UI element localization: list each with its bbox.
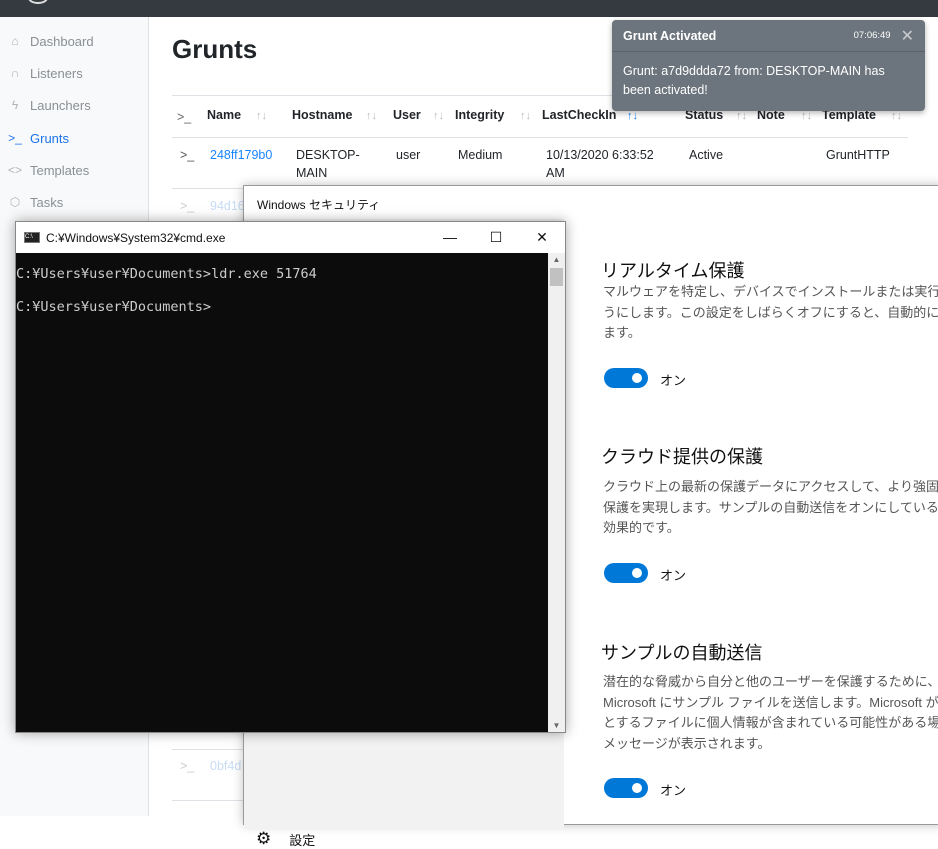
home-icon: ⌂ <box>11 34 19 48</box>
close-icon[interactable]: ✕ <box>901 26 914 46</box>
close-button[interactable]: ✕ <box>519 229 565 246</box>
terminal-icon: >_ <box>8 131 22 145</box>
console-line: C:¥Users¥user¥Documents>ldr.exe 51764 <box>16 266 317 282</box>
status-cell: Active <box>689 148 724 162</box>
top-navbar <box>0 0 938 17</box>
divider <box>172 137 908 138</box>
hostname-cell: DESKTOP-MAIN <box>296 148 360 180</box>
realtime-protection-toggle[interactable] <box>604 368 648 388</box>
logo-icon <box>28 0 48 4</box>
sidebar-item-label: Templates <box>30 162 90 178</box>
console-output[interactable]: C:¥Users¥user¥Documents>ldr.exe 51764 C:… <box>16 253 548 732</box>
settings-label: 設定 <box>289 832 316 848</box>
toggle-label: オン <box>660 783 687 798</box>
sort-icon[interactable]: ↑↓ <box>433 110 444 122</box>
terminal-icon[interactable]: >_ <box>180 197 194 215</box>
window-title: Windows セキュリティ <box>257 198 381 212</box>
sort-icon[interactable]: ↑↓ <box>256 110 267 122</box>
sidebar-item-label: Tasks <box>30 194 64 210</box>
sidebar-item-listeners[interactable]: ∩ Listeners <box>6 63 83 83</box>
column-header-hostname[interactable]: Hostname <box>292 108 352 122</box>
section-description: クラウド上の最新の保護データにアクセスして、より強固で迅 保護を実現します。サンプ… <box>603 479 938 535</box>
sort-icon[interactable]: ↑↓ <box>366 110 377 122</box>
scroll-up-icon[interactable]: ▲ <box>548 255 565 264</box>
integrity-cell: Medium <box>458 148 503 162</box>
user-cell: user <box>396 148 421 162</box>
sidebar-item-launchers[interactable]: ϟ Launchers <box>6 95 91 115</box>
sidebar-item-grunts[interactable]: >_ Grunts <box>6 128 69 148</box>
toast-time: 07:06:49 <box>853 30 891 41</box>
settings-button[interactable]: ⚙ 設定 <box>256 829 315 849</box>
terminal-icon[interactable]: >_ <box>180 757 194 775</box>
sort-icon[interactable]: ↑↓ <box>801 110 812 122</box>
terminal-icon: >_ <box>177 110 192 124</box>
lightning-icon: ϟ <box>11 98 19 112</box>
sort-icon[interactable]: ↑↓ <box>520 110 531 122</box>
toast-title: Grunt Activated <box>623 28 717 43</box>
section-heading: クラウド提供の保護 <box>601 447 763 467</box>
grunt-name-link[interactable]: 94d16 <box>210 197 245 215</box>
terminal-icon[interactable]: >_ <box>180 146 194 164</box>
window-title: C:¥Windows¥System32¥cmd.exe <box>46 230 226 245</box>
page-title: Grunts <box>172 34 258 64</box>
column-header-name[interactable]: Name <box>207 108 241 122</box>
sidebar-item-templates[interactable]: <> Templates <box>6 160 89 180</box>
grunt-name-link[interactable]: 0bf4d <box>210 757 241 775</box>
column-header-integrity[interactable]: Integrity <box>455 108 504 122</box>
section-description: 潜在的な脅威から自分と他のユーザーを保護するために、 Microsoft にサンプ… <box>603 674 938 751</box>
scroll-down-icon[interactable]: ▼ <box>548 721 565 730</box>
grunt-name-link[interactable]: 248ff179b0 <box>210 146 272 164</box>
sidebar-item-label: Listeners <box>30 65 83 81</box>
sort-icon[interactable]: ↑↓ <box>891 110 902 122</box>
scrollbar-thumb[interactable] <box>550 268 563 286</box>
grunt-activated-toast: Grunt Activated 07:06:49 ✕ Grunt: a7d9ddda… <box>612 20 925 111</box>
lastcheckin-cell: 10/13/2020 6:33:52 AM <box>546 148 654 180</box>
section-description: マルウェアを特定し、デバイスでインストールまたは実行されなうにします。この設定を… <box>603 284 938 340</box>
minimize-button[interactable]: — <box>427 229 473 246</box>
toggle-label: オン <box>660 373 687 388</box>
sidebar-item-label: Dashboard <box>30 33 94 49</box>
sample-submission-toggle[interactable] <box>604 778 648 798</box>
cmd-title-bar[interactable]: C:\ C:¥Windows¥System32¥cmd.exe — ☐ ✕ <box>16 222 565 253</box>
toggle-label: オン <box>660 568 687 583</box>
sidebar-item-dashboard[interactable]: ⌂ Dashboard <box>6 31 94 51</box>
scrollbar[interactable]: ▲ ▼ <box>548 253 565 732</box>
code-icon: <> <box>7 163 22 177</box>
maximize-button[interactable]: ☐ <box>473 229 519 246</box>
sidebar-item-label: Grunts <box>30 130 70 146</box>
gear-icon: ⚙ <box>256 829 272 848</box>
box-icon: ⬡ <box>9 195 21 209</box>
toast-message: Grunt: a7d9ddda72 from: DESKTOP-MAIN has… <box>623 64 885 97</box>
section-heading: リアルタイム保護 <box>601 261 745 281</box>
column-header-lastcheckin[interactable]: LastCheckIn <box>542 108 616 122</box>
cloud-protection-toggle[interactable] <box>604 563 648 583</box>
cmd-window: C:\ C:¥Windows¥System32¥cmd.exe — ☐ ✕ C:¥U… <box>15 221 566 733</box>
section-heading: サンプルの自動送信 <box>601 643 763 663</box>
sidebar-item-label: Launchers <box>30 97 91 113</box>
sort-icon[interactable]: ↑↓ <box>736 110 747 122</box>
template-cell: GruntHTTP <box>826 148 890 162</box>
headphones-icon: ∩ <box>10 66 20 80</box>
cmd-icon: C:\ <box>24 232 40 243</box>
console-line: C:¥Users¥user¥Documents> <box>16 299 212 315</box>
column-header-user[interactable]: User <box>393 108 421 122</box>
sort-icon[interactable]: ↑↓ <box>627 110 638 122</box>
sidebar-item-tasks[interactable]: ⬡ Tasks <box>6 192 63 212</box>
